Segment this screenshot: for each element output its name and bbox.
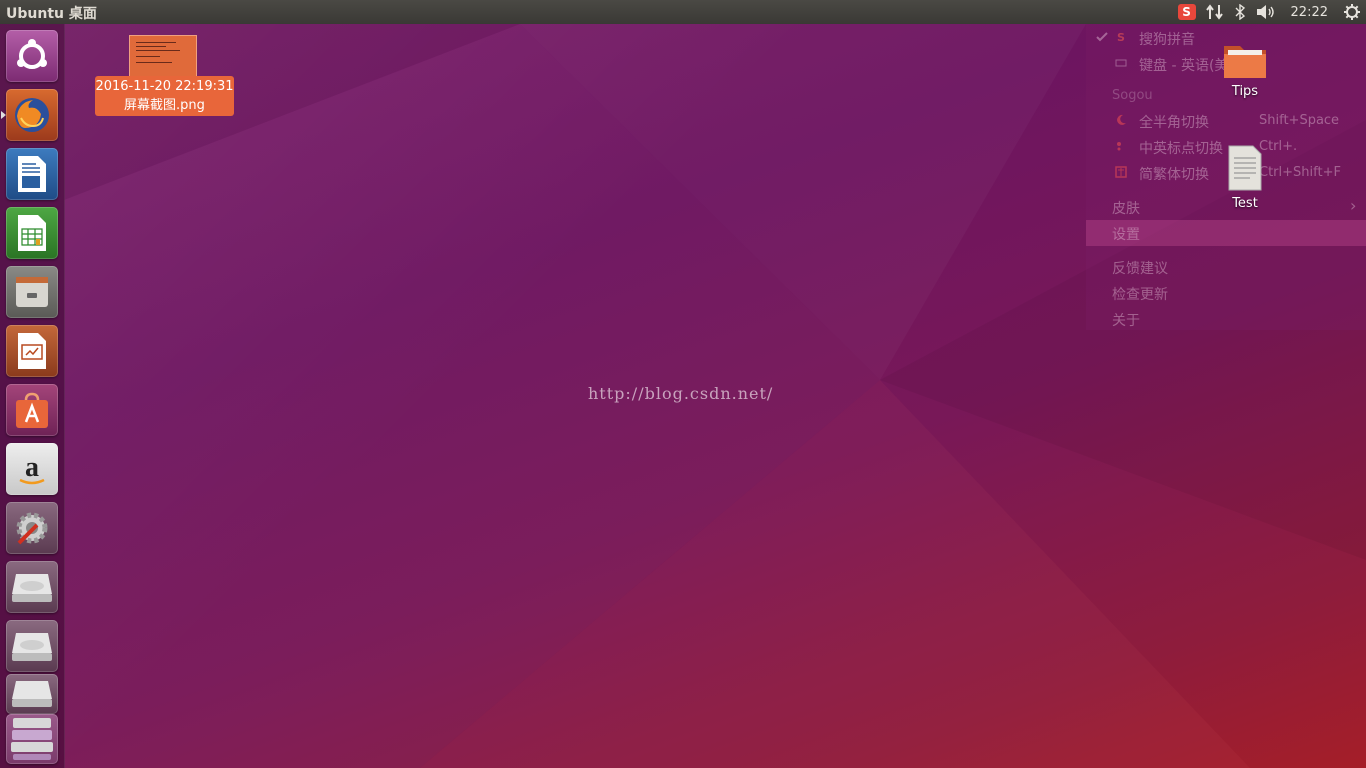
software-bag-icon [16,392,48,428]
network-updown-icon[interactable] [1205,0,1224,24]
sogou-s-icon[interactable]: S [1177,0,1196,24]
watermark-text: http://blog.csdn.net/ [588,384,774,403]
menu-item-feedback[interactable]: 反馈建议 [1086,254,1366,280]
menu-label: 关于 [1112,313,1140,329]
bluetooth-icon[interactable] [1234,0,1246,24]
launcher-dash-home[interactable] [6,30,58,82]
launcher-drive-3[interactable] [6,674,58,714]
clock[interactable]: 22:22 [1291,0,1328,24]
hard-drive-icon [12,633,52,661]
file-label: 2016-11-20 22:19:31 屏幕截图.png [95,76,234,116]
file-label-name: 屏幕截图.png [124,98,205,113]
file-label-timestamp: 2016-11-20 22:19:31 [95,79,234,94]
system-tray: S 22:22 [1173,0,1366,24]
firefox-icon [15,98,49,132]
menu-label: 搜狗拼音 [1139,32,1195,48]
chevron-right-icon: › [1350,196,1357,215]
menu-label: 反馈建议 [1112,261,1168,277]
menu-label: 全半角切换 [1139,115,1209,131]
desktop-icon-label: Test [1232,196,1258,211]
desktop-icon-tips[interactable]: Tips [1210,40,1280,99]
file-cabinet-icon [16,277,48,307]
text-document-icon [1228,145,1262,191]
window-title: Ubuntu 桌面 [6,6,97,22]
folder-icon [1224,46,1266,78]
launcher-drive-1[interactable] [6,561,58,613]
launcher-ubuntu-software[interactable] [6,384,58,436]
menu-label: 设置 [1112,227,1140,243]
top-panel: Ubuntu 桌面 S 22:22 [0,0,1366,24]
launcher-system-settings[interactable] [6,502,58,554]
impress-icon [18,333,46,369]
menu-label: 皮肤 [1112,201,1140,217]
moon-icon [1117,114,1126,125]
gear-power-icon[interactable] [1343,0,1361,24]
svg-text:a: a [25,452,39,483]
amazon-icon: a [19,452,45,485]
launcher-libreoffice-writer[interactable] [6,148,58,200]
settings-wrench-icon [16,512,48,545]
writer-icon [18,156,46,192]
hard-drive-icon [12,574,52,602]
launcher-libreoffice-impress[interactable] [6,325,58,377]
launcher-drive-2[interactable] [6,620,58,672]
launcher-files[interactable] [6,266,58,318]
launcher: a [0,24,65,768]
punctuation-icon [1117,142,1121,151]
calc-icon [18,215,46,251]
desktop-icon-test[interactable]: Test [1210,144,1280,211]
traditional-icon [1115,166,1127,178]
menu-item-about[interactable]: 关于 [1086,306,1366,332]
desktop-icon-label: Tips [1231,84,1259,99]
launcher-amazon[interactable]: a [6,443,58,495]
menu-item-check-update[interactable]: 检查更新 [1086,280,1366,306]
launcher-trash-stack[interactable] [6,714,58,764]
menu-label: 简繁体切换 [1139,167,1209,183]
launcher-libreoffice-calc[interactable] [6,207,58,259]
volume-icon[interactable] [1256,0,1276,24]
menu-label: 检查更新 [1112,287,1168,303]
ubuntu-logo-icon [17,39,47,69]
sogou-s-icon: S [1117,31,1125,43]
menu-section-title: Sogou [1112,88,1153,103]
hard-drive-icon [12,681,52,707]
screenshot-thumbnail [129,35,197,77]
keyboard-icon [1115,59,1127,67]
svg-text:S: S [1117,31,1125,43]
launcher-firefox[interactable] [6,89,58,141]
stacked-drives-icon [11,718,53,760]
menu-item-settings[interactable]: 设置 [1086,220,1366,246]
menu-accelerator: Shift+Space [1259,113,1340,128]
menu-item-fullwidth-toggle[interactable]: 全半角切换 Shift+Space [1086,108,1366,134]
check-icon [1096,32,1108,42]
